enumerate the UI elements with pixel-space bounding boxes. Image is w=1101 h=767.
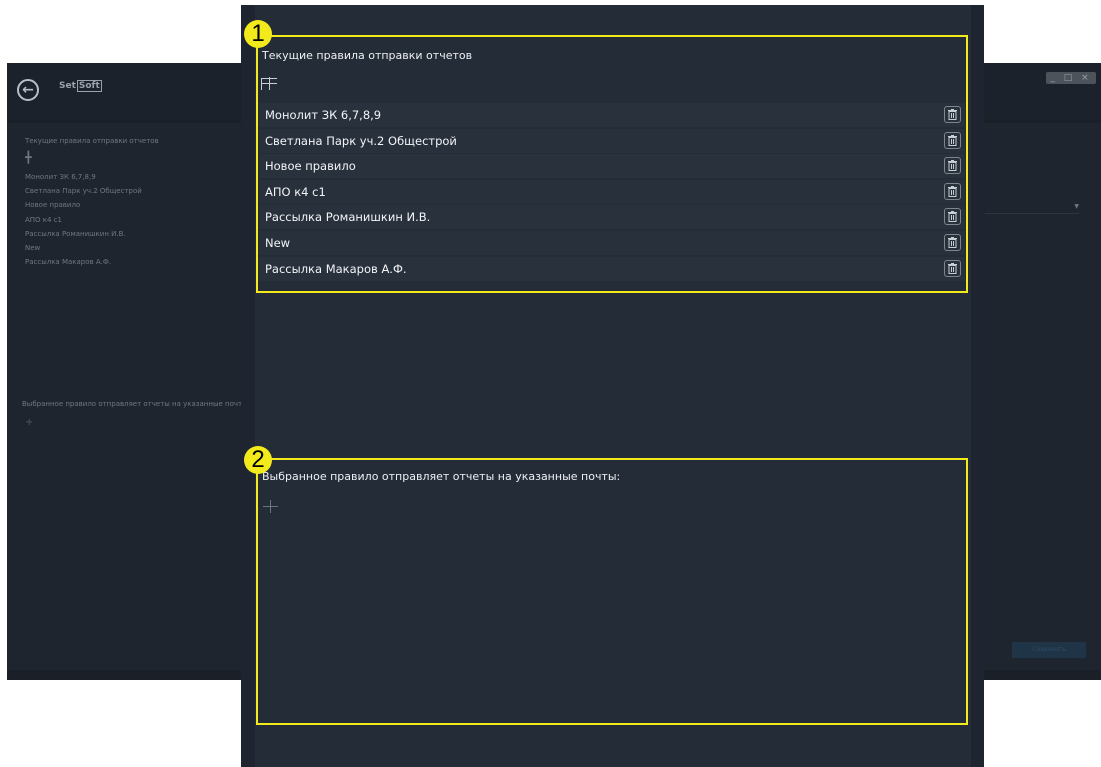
bg-add-email-icon[interactable]: +: [25, 417, 33, 428]
chevron-down-icon: ▼: [1074, 203, 1079, 210]
bg-rule-item[interactable]: Монолит ЗК 6,7,8,9: [25, 173, 142, 187]
rules-dialog: Текущие правила отправки отчетов Монолит…: [241, 5, 984, 767]
highlight-rules-area: [256, 35, 968, 293]
bg-emails-title: Выбранное правило отправляет отчеты на у…: [22, 400, 250, 408]
bg-rules-title: Текущие правила отправки отчетов: [25, 137, 159, 145]
bg-rule-item[interactable]: Рассылка Романишкин И.В.: [25, 230, 142, 244]
app-logo: Set Soft: [59, 80, 102, 92]
callout-badge-2: 2: [244, 446, 272, 474]
logo-text: Set: [59, 81, 76, 91]
highlight-emails-area: [256, 458, 968, 725]
back-arrow-icon[interactable]: ←: [17, 79, 39, 101]
callout-badge-1: 1: [244, 20, 272, 48]
bg-rule-item[interactable]: Новое правило: [25, 201, 142, 215]
bg-rules-list: Монолит ЗК 6,7,8,9 Светлана Парк уч.2 Об…: [25, 173, 142, 272]
bg-save-button[interactable]: Сохранить: [1012, 642, 1086, 658]
window-controls[interactable]: _ □ ×: [1046, 72, 1096, 84]
bg-add-rule-icon[interactable]: ╋: [25, 151, 32, 164]
bg-dropdown[interactable]: ▼: [985, 203, 1079, 214]
logo-boxed-text: Soft: [76, 80, 102, 92]
bg-rule-item[interactable]: Рассылка Макаров А.Ф.: [25, 258, 142, 272]
bg-rule-item[interactable]: АПО к4 с1: [25, 216, 142, 230]
bg-rule-item[interactable]: New: [25, 244, 142, 258]
bg-rule-item[interactable]: Светлана Парк уч.2 Общестрой: [25, 187, 142, 201]
